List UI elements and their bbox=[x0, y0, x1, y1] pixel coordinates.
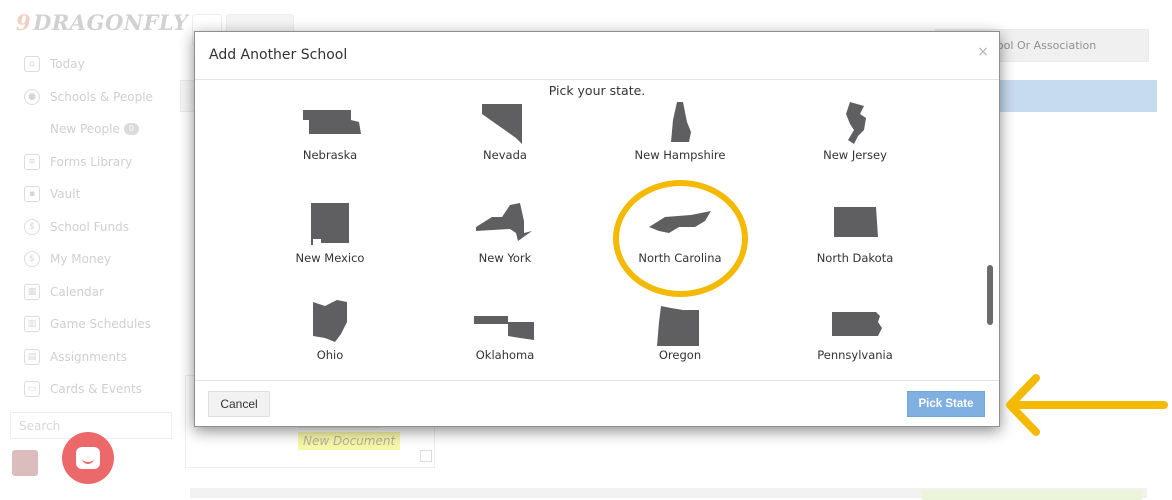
highlight-circle bbox=[613, 180, 748, 297]
oregon-icon bbox=[657, 306, 699, 346]
state-name: New Mexico bbox=[295, 251, 365, 265]
modal-footer: Cancel Pick State bbox=[195, 380, 999, 426]
state-name: Ohio bbox=[316, 348, 344, 362]
state-name: Oklahoma bbox=[475, 348, 535, 362]
pick-state-prompt: Pick your state. bbox=[548, 83, 646, 98]
state-option-pennsylvania[interactable]: Pennsylvania bbox=[770, 296, 940, 362]
modal-scrollbar[interactable] bbox=[987, 265, 993, 325]
state-option-north-dakota[interactable]: North Dakota bbox=[770, 197, 940, 265]
cancel-button[interactable]: Cancel bbox=[208, 391, 270, 417]
state-name: Pennsylvania bbox=[817, 348, 893, 362]
modal-header: Add Another School × bbox=[195, 32, 999, 80]
pennsylvania-icon bbox=[832, 312, 882, 336]
state-name: New Jersey bbox=[823, 148, 887, 162]
oklahoma-icon bbox=[474, 316, 534, 340]
state-option-nevada[interactable]: Nevada bbox=[420, 100, 590, 162]
modal-title: Add Another School bbox=[209, 47, 348, 63]
new-york-icon bbox=[476, 203, 532, 241]
new-jersey-icon bbox=[846, 102, 866, 144]
state-name: Nebraska bbox=[302, 148, 358, 162]
north-dakota-icon bbox=[834, 207, 878, 237]
state-option-new-mexico[interactable]: New Mexico bbox=[245, 197, 415, 265]
state-option-new-jersey[interactable]: New Jersey bbox=[770, 100, 940, 162]
state-name: Nevada bbox=[483, 148, 527, 162]
state-option-ohio[interactable]: Ohio bbox=[245, 296, 415, 362]
state-name: New York bbox=[478, 251, 532, 265]
state-name: Oregon bbox=[658, 348, 702, 362]
arrow-pointer-icon bbox=[1006, 374, 1168, 436]
state-option-oregon[interactable]: Oregon bbox=[595, 296, 765, 362]
state-name: New Hampshire bbox=[634, 148, 726, 162]
add-school-modal: Add Another School × Pick your state. Ne… bbox=[194, 31, 1000, 427]
state-option-new-york[interactable]: New York bbox=[420, 197, 590, 265]
state-option-nebraska[interactable]: Nebraska bbox=[245, 100, 415, 162]
new-hampshire-icon bbox=[671, 102, 691, 142]
ohio-icon bbox=[313, 300, 347, 342]
pick-state-button[interactable]: Pick State bbox=[907, 391, 985, 417]
state-name: North Dakota bbox=[816, 251, 894, 265]
nebraska-icon bbox=[303, 110, 361, 134]
new-mexico-icon bbox=[311, 203, 349, 245]
state-option-oklahoma[interactable]: Oklahoma bbox=[420, 296, 590, 362]
state-option-new-hampshire[interactable]: New Hampshire bbox=[595, 100, 765, 162]
state-picker: Pick your state. Nebraska Nevada New Ham… bbox=[195, 81, 999, 382]
close-icon[interactable]: × bbox=[977, 45, 989, 59]
nevada-icon bbox=[482, 104, 522, 144]
